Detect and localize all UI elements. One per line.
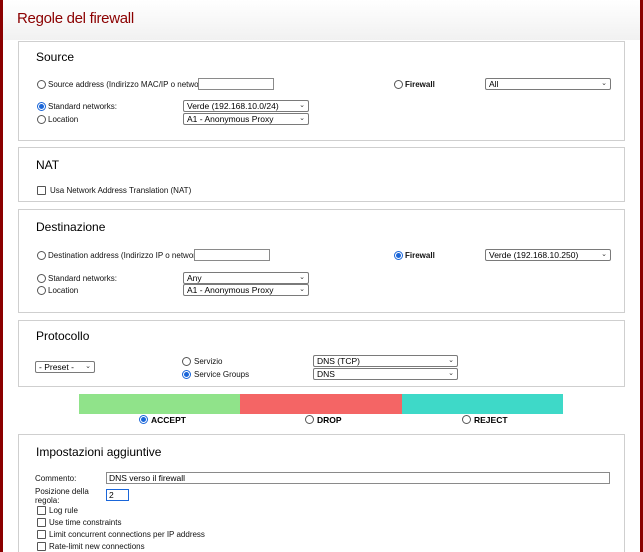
comment-label: Commento: — [35, 474, 77, 483]
source-section: Source Source address (Indirizzo MAC/IP … — [18, 41, 625, 141]
reject-radio[interactable] — [462, 415, 471, 424]
rate-limit-label: Rate-limit new connections — [49, 542, 145, 551]
drop-radio[interactable] — [305, 415, 314, 424]
drop-label: DROP — [317, 415, 342, 425]
destination-std-networks-select[interactable]: Any ⌄ — [183, 272, 309, 284]
source-address-input[interactable] — [198, 78, 274, 90]
protocol-service-label: Servizio — [194, 357, 223, 366]
limit-connections-checkbox[interactable] — [37, 530, 46, 539]
nat-section: NAT Usa Network Address Translation (NAT… — [18, 147, 625, 202]
comment-input[interactable]: DNS verso il firewall — [106, 472, 610, 484]
chevron-down-icon: ⌄ — [299, 115, 305, 122]
source-address-label: Source address (Indirizzo MAC/IP o netwo… — [48, 80, 211, 89]
destination-std-networks-radio[interactable] — [37, 274, 46, 283]
source-firewall-radio[interactable] — [394, 80, 403, 89]
chevron-down-icon: ⌄ — [299, 274, 305, 281]
source-address-radio[interactable] — [37, 80, 46, 89]
reject-color-bar[interactable] — [402, 394, 563, 414]
destination-firewall-select[interactable]: Verde (192.168.10.250) ⌄ — [485, 249, 611, 261]
protocol-section: Protocollo - Preset - ⌄ Servizio DNS (TC… — [18, 320, 625, 387]
source-std-networks-label: Standard networks: — [48, 102, 117, 111]
source-std-networks-select[interactable]: Verde (192.168.10.0/24) ⌄ — [183, 100, 309, 112]
protocol-preset-value: - Preset - — [39, 362, 74, 372]
protocol-preset-select[interactable]: - Preset - ⌄ — [35, 361, 95, 373]
destination-title: Destinazione — [36, 220, 106, 234]
destination-location-value: A1 - Anonymous Proxy — [187, 285, 274, 295]
source-firewall-select[interactable]: All ⌄ — [485, 78, 611, 90]
destination-address-label: Destination address (Indirizzo IP o netw… — [48, 251, 205, 260]
source-location-select[interactable]: A1 - Anonymous Proxy ⌄ — [183, 113, 309, 125]
settings-section: Impostazioni aggiuntive Commento: DNS ve… — [18, 434, 625, 552]
protocol-groups-label: Service Groups — [194, 370, 250, 379]
chevron-down-icon: ⌄ — [448, 357, 454, 364]
accept-radio[interactable] — [139, 415, 148, 424]
position-input[interactable]: 2 — [106, 489, 129, 501]
source-firewall-label: Firewall — [405, 80, 435, 89]
source-std-networks-radio[interactable] — [37, 102, 46, 111]
chevron-down-icon: ⌄ — [601, 80, 607, 87]
chevron-down-icon: ⌄ — [448, 370, 454, 377]
destination-location-label: Location — [48, 286, 79, 295]
destination-address-radio[interactable] — [37, 251, 46, 260]
nat-label: Usa Network Address Translation (NAT) — [50, 186, 192, 195]
destination-std-networks-value: Any — [187, 273, 202, 283]
chevron-down-icon: ⌄ — [85, 363, 91, 370]
protocol-service-radio[interactable] — [182, 357, 191, 366]
time-constraints-label: Use time constraints — [49, 518, 122, 527]
chevron-down-icon: ⌄ — [601, 251, 607, 258]
source-firewall-value: All — [489, 79, 499, 89]
source-location-label: Location — [48, 115, 79, 124]
protocol-groups-radio[interactable] — [182, 370, 191, 379]
destination-address-input[interactable] — [194, 249, 270, 261]
destination-location-select[interactable]: A1 - Anonymous Proxy ⌄ — [183, 284, 309, 296]
nat-checkbox[interactable] — [37, 186, 46, 195]
protocol-service-select[interactable]: DNS (TCP) ⌄ — [313, 355, 458, 367]
limit-connections-label: Limit concurrent connections per IP addr… — [49, 530, 205, 539]
chevron-down-icon: ⌄ — [299, 102, 305, 109]
header-bar: Regole del firewall — [3, 0, 640, 40]
destination-firewall-label: Firewall — [405, 251, 435, 260]
source-title: Source — [36, 50, 75, 64]
reject-label: REJECT — [474, 415, 508, 425]
position-label-line2: regola: — [35, 496, 60, 505]
protocol-groups-select[interactable]: DNS ⌄ — [313, 368, 458, 380]
rate-limit-checkbox[interactable] — [37, 542, 46, 551]
accept-label: ACCEPT — [151, 415, 186, 425]
time-constraints-checkbox[interactable] — [37, 518, 46, 527]
source-location-radio[interactable] — [37, 115, 46, 124]
protocol-groups-value: DNS — [317, 369, 335, 379]
position-label-line1: Posizione della — [35, 487, 89, 496]
accept-color-bar[interactable] — [79, 394, 240, 414]
log-rule-label: Log rule — [49, 506, 78, 515]
drop-color-bar[interactable] — [240, 394, 402, 414]
log-rule-checkbox[interactable] — [37, 506, 46, 515]
destination-section: Destinazione Destination address (Indiri… — [18, 209, 625, 313]
protocol-service-value: DNS (TCP) — [317, 356, 360, 366]
destination-firewall-radio[interactable] — [394, 251, 403, 260]
source-std-networks-value: Verde (192.168.10.0/24) — [187, 101, 279, 111]
destination-std-networks-label: Standard networks: — [48, 274, 117, 283]
chevron-down-icon: ⌄ — [299, 286, 305, 293]
settings-title: Impostazioni aggiuntive — [36, 445, 162, 459]
destination-location-radio[interactable] — [37, 286, 46, 295]
nat-title: NAT — [36, 158, 60, 172]
destination-firewall-value: Verde (192.168.10.250) — [489, 250, 579, 260]
source-location-value: A1 - Anonymous Proxy — [187, 114, 274, 124]
protocol-title: Protocollo — [36, 329, 90, 343]
page-title: Regole del firewall — [17, 10, 134, 27]
